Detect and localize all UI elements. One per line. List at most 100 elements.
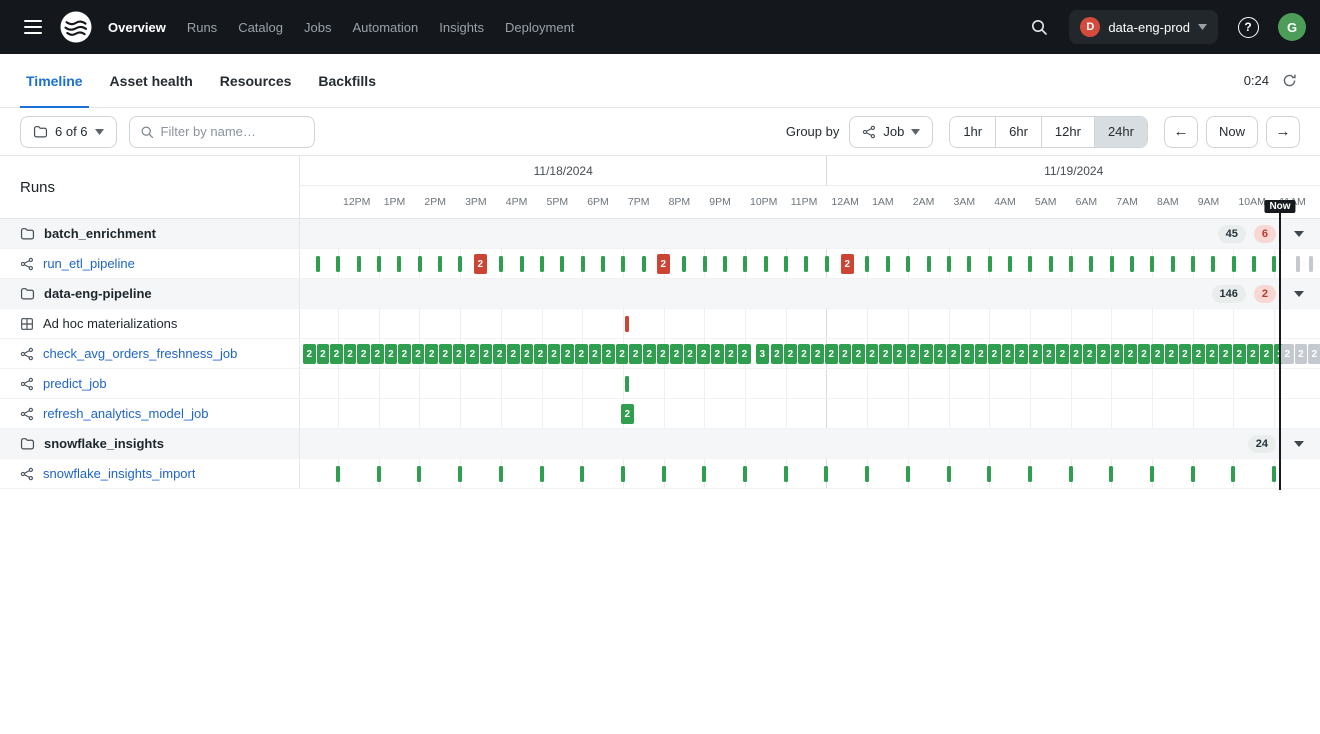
run-success-box[interactable]: 2 xyxy=(453,344,466,364)
row-name[interactable]: check_avg_orders_freshness_job xyxy=(43,346,237,361)
run-success-box[interactable]: 2 xyxy=(317,344,330,364)
run-success-box[interactable]: 2 xyxy=(852,344,865,364)
run-success-box[interactable]: 2 xyxy=(561,344,574,364)
run-success-box[interactable]: 2 xyxy=(412,344,425,364)
run-success-tick[interactable] xyxy=(418,256,422,272)
menu-icon[interactable] xyxy=(14,8,52,46)
run-success-box[interactable]: 2 xyxy=(398,344,411,364)
run-success-tick[interactable] xyxy=(824,466,828,482)
run-success-box[interactable]: 2 xyxy=(1219,344,1232,364)
run-success-box[interactable]: 2 xyxy=(771,344,784,364)
row-name[interactable]: snowflake_insights_import xyxy=(43,466,195,481)
run-success-tick[interactable] xyxy=(682,256,686,272)
run-success-tick[interactable] xyxy=(1191,256,1195,272)
run-success-tick[interactable] xyxy=(1231,466,1235,482)
run-success-box[interactable]: 2 xyxy=(493,344,506,364)
run-success-tick[interactable] xyxy=(1171,256,1175,272)
prev-button[interactable]: ← xyxy=(1164,116,1198,148)
refresh-icon[interactable] xyxy=(1278,70,1300,92)
run-success-box[interactable]: 2 xyxy=(1056,344,1069,364)
run-success-box[interactable]: 2 xyxy=(866,344,879,364)
row-name[interactable]: run_etl_pipeline xyxy=(43,256,135,271)
run-success-tick[interactable] xyxy=(947,256,951,272)
run-success-tick[interactable] xyxy=(397,256,401,272)
run-success-box[interactable]: 2 xyxy=(920,344,933,364)
run-success-box[interactable]: 2 xyxy=(621,404,634,424)
run-success-tick[interactable] xyxy=(743,256,747,272)
nav-item-jobs[interactable]: Jobs xyxy=(304,20,331,35)
run-success-tick[interactable] xyxy=(906,466,910,482)
run-success-box[interactable]: 2 xyxy=(548,344,561,364)
run-success-tick[interactable] xyxy=(1069,466,1073,482)
run-success-box[interactable]: 2 xyxy=(1233,344,1246,364)
run-success-tick[interactable] xyxy=(642,256,646,272)
run-failure-tick[interactable] xyxy=(625,316,629,332)
run-success-box[interactable]: 2 xyxy=(1043,344,1056,364)
run-success-tick[interactable] xyxy=(1150,466,1154,482)
run-success-box[interactable]: 2 xyxy=(357,344,370,364)
run-success-tick[interactable] xyxy=(1028,256,1032,272)
run-success-box[interactable]: 2 xyxy=(330,344,343,364)
run-success-tick[interactable] xyxy=(1089,256,1093,272)
run-success-box[interactable]: 2 xyxy=(1179,344,1192,364)
run-success-box[interactable]: 2 xyxy=(784,344,797,364)
help-icon[interactable]: ? xyxy=(1233,12,1263,42)
run-success-box[interactable]: 2 xyxy=(629,344,642,364)
run-success-tick[interactable] xyxy=(927,256,931,272)
run-success-tick[interactable] xyxy=(784,256,788,272)
run-success-box[interactable]: 2 xyxy=(1165,344,1178,364)
run-success-tick[interactable] xyxy=(987,466,991,482)
run-success-box[interactable]: 2 xyxy=(616,344,629,364)
run-success-box[interactable]: 2 xyxy=(907,344,920,364)
nav-item-catalog[interactable]: Catalog xyxy=(238,20,283,35)
run-success-tick[interactable] xyxy=(1109,466,1113,482)
run-success-tick[interactable] xyxy=(1069,256,1073,272)
tab-backfills[interactable]: Backfills xyxy=(312,54,382,107)
run-success-tick[interactable] xyxy=(458,466,462,482)
next-button[interactable]: → xyxy=(1266,116,1300,148)
run-success-tick[interactable] xyxy=(581,256,585,272)
run-success-box[interactable]: 2 xyxy=(934,344,947,364)
run-success-box[interactable]: 2 xyxy=(725,344,738,364)
run-success-tick[interactable] xyxy=(1028,466,1032,482)
run-success-tick[interactable] xyxy=(702,466,706,482)
run-success-box[interactable]: 2 xyxy=(879,344,892,364)
run-success-tick[interactable] xyxy=(743,466,747,482)
run-success-tick[interactable] xyxy=(621,256,625,272)
deployment-switcher[interactable]: D data-eng-prod xyxy=(1069,10,1218,44)
run-success-box[interactable]: 2 xyxy=(575,344,588,364)
run-success-box[interactable]: 2 xyxy=(439,344,452,364)
run-success-box[interactable]: 2 xyxy=(1206,344,1219,364)
run-success-tick[interactable] xyxy=(1130,256,1134,272)
run-success-tick[interactable] xyxy=(865,256,869,272)
avatar[interactable]: G xyxy=(1278,13,1306,41)
now-button[interactable]: Now xyxy=(1206,116,1258,148)
run-success-box[interactable]: 2 xyxy=(961,344,974,364)
run-success-box[interactable]: 2 xyxy=(684,344,697,364)
tab-timeline[interactable]: Timeline xyxy=(20,54,89,107)
run-success-box[interactable]: 2 xyxy=(371,344,384,364)
run-success-tick[interactable] xyxy=(499,466,503,482)
nav-item-automation[interactable]: Automation xyxy=(352,20,418,35)
run-success-tick[interactable] xyxy=(723,256,727,272)
run-success-tick[interactable] xyxy=(764,256,768,272)
tab-asset-health[interactable]: Asset health xyxy=(104,54,199,107)
run-success-tick[interactable] xyxy=(988,256,992,272)
group-by-dropdown[interactable]: Job xyxy=(849,116,933,148)
run-success-box[interactable]: 2 xyxy=(466,344,479,364)
run-queued-tick[interactable] xyxy=(1296,256,1300,272)
run-success-box[interactable]: 2 xyxy=(1029,344,1042,364)
run-success-tick[interactable] xyxy=(377,466,381,482)
run-success-tick[interactable] xyxy=(499,256,503,272)
run-success-box[interactable]: 2 xyxy=(1247,344,1260,364)
run-success-box[interactable]: 2 xyxy=(738,344,751,364)
run-success-box[interactable]: 2 xyxy=(507,344,520,364)
nav-item-runs[interactable]: Runs xyxy=(187,20,217,35)
run-success-box[interactable]: 2 xyxy=(534,344,547,364)
scope-dropdown[interactable]: 6 of 6 xyxy=(20,116,117,148)
run-queued-tick[interactable] xyxy=(1309,256,1313,272)
run-success-tick[interactable] xyxy=(540,256,544,272)
run-queued-box[interactable]: 2 xyxy=(1281,344,1294,364)
run-success-tick[interactable] xyxy=(316,256,320,272)
range-1hr[interactable]: 1hr xyxy=(950,117,995,147)
